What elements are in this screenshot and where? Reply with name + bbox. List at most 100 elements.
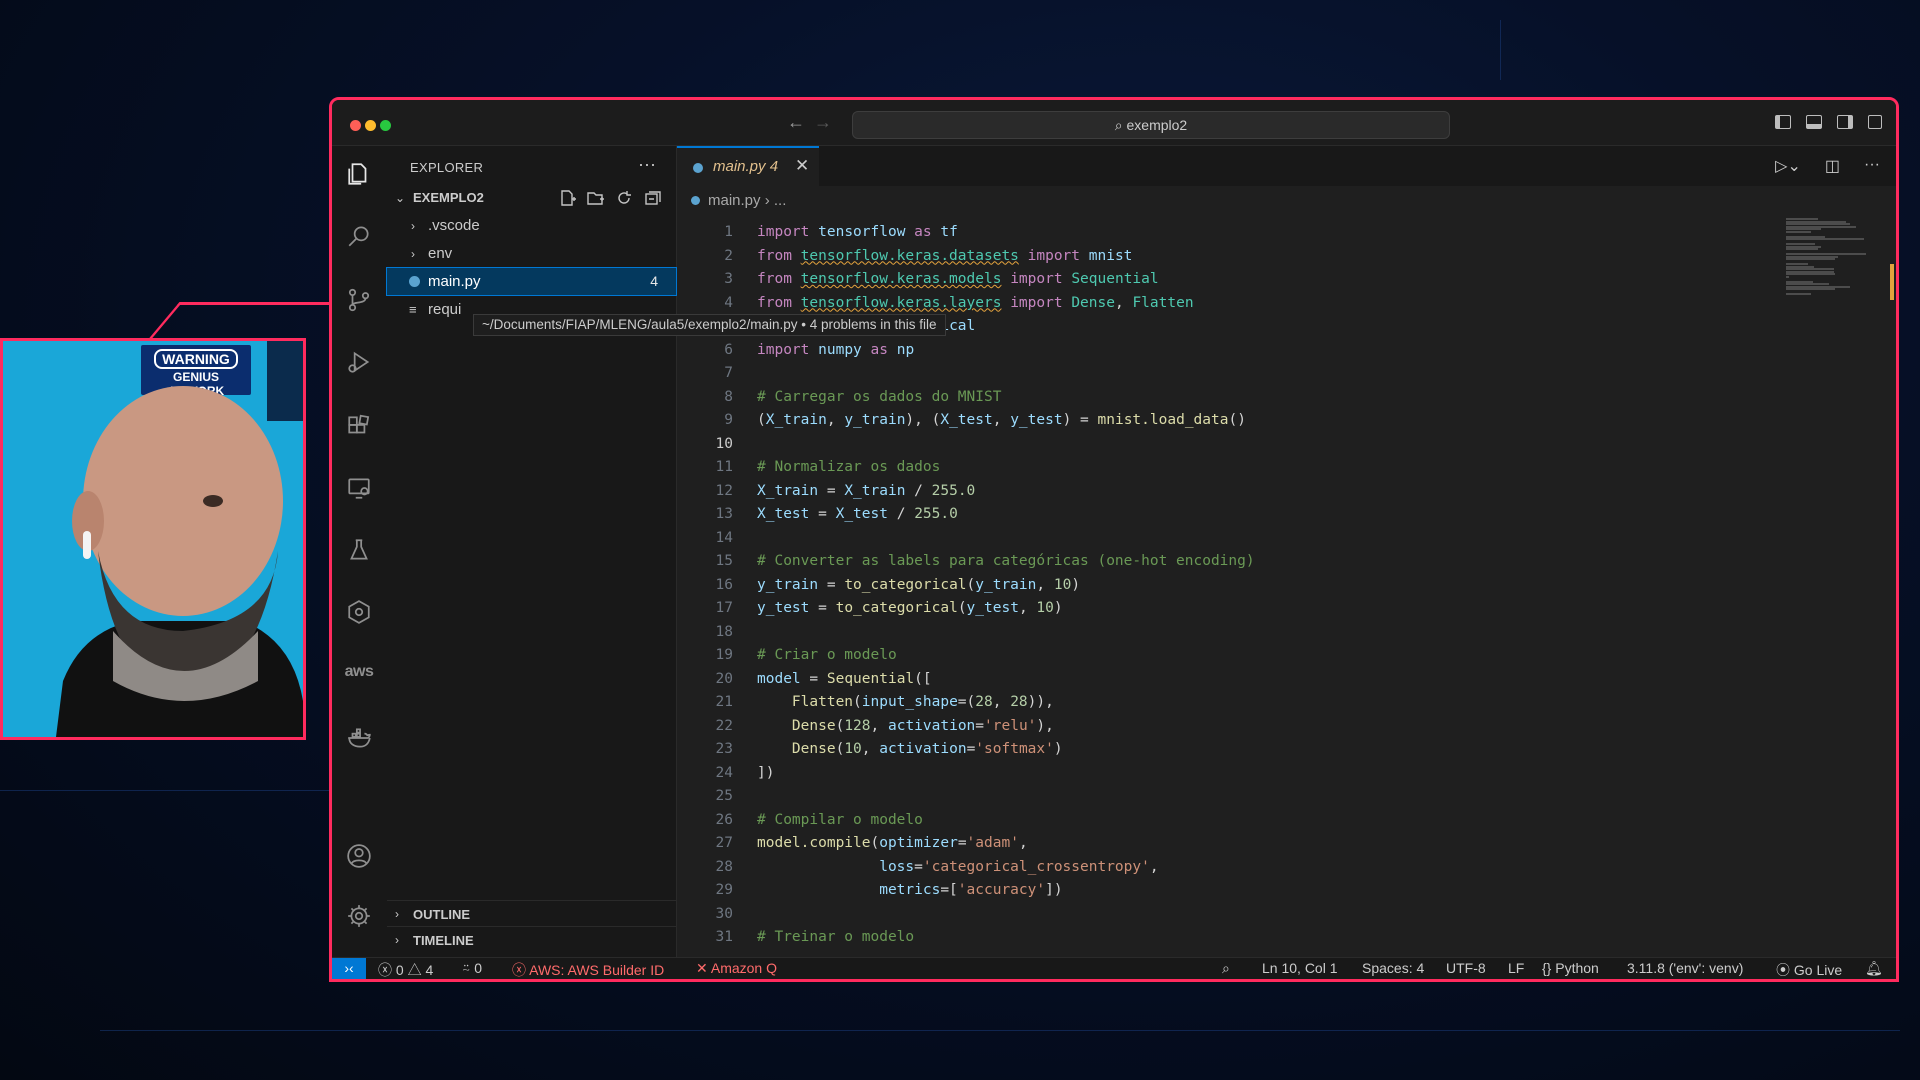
code-text: metrics=['accuracy']) (879, 882, 1063, 898)
code-line[interactable]: 28 loss='categorical_crossentropy', (677, 859, 1786, 883)
toggle-panel-icon[interactable] (1806, 115, 1822, 129)
code-line[interactable]: 21 Flatten(input_shape=(28, 28)), (677, 694, 1786, 718)
code-line[interactable]: 15 # Converter as labels para categóricas… (677, 553, 1786, 577)
minimap[interactable] (1786, 218, 1882, 298)
forward-arrow-icon[interactable]: → (814, 112, 832, 133)
sidebar-title: EXPLORER (410, 160, 484, 175)
aws-connection-status[interactable]: ⓧ AWS: AWS Builder ID (512, 960, 664, 979)
code-line[interactable]: 12 X_train = X_train / 255.0 (677, 483, 1786, 507)
language-mode[interactable]: {} Python (1542, 960, 1599, 976)
titlebar: ← → ⌕ exemplo2 (332, 100, 1896, 146)
timeline-section[interactable]: › TIMELINE (387, 926, 676, 952)
maximize-window-button[interactable] (380, 120, 391, 131)
code-line[interactable]: 26 # Compilar o modelo (677, 812, 1786, 836)
code-line[interactable]: 11 # Normalizar os dados (677, 459, 1786, 483)
code-line[interactable]: 9 (X_train, y_train), (X_test, y_test) = … (677, 412, 1786, 436)
extensions-icon[interactable] (345, 412, 373, 440)
split-editor-icon[interactable]: ◫ (1825, 156, 1840, 176)
python-interpreter[interactable]: 3.11.8 ('env': venv) (1627, 960, 1743, 976)
file-encoding[interactable]: UTF-8 (1446, 960, 1486, 976)
cursor-position[interactable]: Ln 10, Col 1 (1262, 960, 1338, 976)
zoom-icon[interactable]: ⌕ (1222, 960, 1230, 977)
code-line[interactable]: 10 (677, 436, 1786, 460)
end-of-line[interactable]: LF (1508, 960, 1524, 976)
new-folder-icon[interactable] (587, 190, 605, 206)
code-line[interactable]: 8 # Carregar os dados do MNIST (677, 389, 1786, 413)
line-number: 7 (724, 365, 733, 381)
search-icon[interactable] (345, 222, 373, 250)
account-icon[interactable] (345, 842, 373, 870)
tab-main-py[interactable]: main.py 4 ✕ (677, 146, 819, 186)
code-line[interactable]: 27 model.compile(optimizer='adam', (677, 835, 1786, 859)
code-line[interactable]: 22 Dense(128, activation='relu'), (677, 718, 1786, 742)
code-text: model = Sequential([ (757, 670, 932, 687)
chevron-right-icon: › (411, 247, 415, 261)
collapse-all-icon[interactable] (643, 190, 661, 206)
line-number: 25 (715, 788, 733, 804)
line-number: 16 (715, 576, 733, 593)
code-line[interactable]: 30 (677, 906, 1786, 930)
aws-icon[interactable]: aws (345, 658, 374, 686)
minimize-window-button[interactable] (365, 120, 376, 131)
docker-icon[interactable] (345, 724, 373, 752)
customize-layout-icon[interactable] (1868, 115, 1882, 129)
code-line[interactable]: 16 y_train = to_categorical(y_train, 10) (677, 577, 1786, 601)
go-live-button[interactable]: ⦿ Go Live (1776, 960, 1842, 979)
settings-gear-icon[interactable] (345, 902, 373, 930)
code-line[interactable]: 6 import numpy as np (677, 342, 1786, 366)
tree-item-main-py[interactable]: main.py 4 (386, 267, 677, 296)
minimap-line (1786, 275, 1789, 278)
code-line[interactable]: 18 (677, 624, 1786, 648)
code-line[interactable]: 2 from tensorflow.keras.datasets import m… (677, 248, 1786, 272)
breadcrumb-symbols[interactable]: ... (774, 192, 787, 209)
testing-icon[interactable] (345, 536, 373, 564)
run-debug-icon[interactable] (345, 348, 373, 376)
back-arrow-icon[interactable]: ← (787, 112, 805, 133)
notifications-bell-icon[interactable]: 🔔︎ (1865, 960, 1883, 977)
run-python-file-icon[interactable]: ▷⌄ (1775, 156, 1801, 176)
line-number: 2 (724, 247, 733, 264)
code-line[interactable]: 1 import tensorflow as tf (677, 224, 1786, 248)
code-line[interactable]: 13 X_test = X_test / 255.0 (677, 506, 1786, 530)
source-control-icon[interactable] (345, 286, 373, 314)
toggle-primary-sidebar-icon[interactable] (1775, 115, 1791, 129)
command-center-search[interactable]: ⌕ exemplo2 (852, 111, 1450, 139)
broadcast-icon: ⍨ (462, 960, 475, 976)
code-line[interactable]: 7 (677, 365, 1786, 389)
tree-item-env[interactable]: › env (387, 240, 676, 267)
code-line[interactable]: 14 (677, 530, 1786, 554)
ports-indicator[interactable]: ⍨ 0 (462, 960, 482, 977)
more-actions-icon[interactable]: ··· (638, 154, 656, 175)
kubernetes-icon[interactable] (345, 598, 373, 626)
breadcrumb-file[interactable]: main.py (708, 192, 761, 209)
project-header[interactable]: ⌄ EXEMPLO2 (387, 186, 676, 210)
code-line[interactable]: 29 metrics=['accuracy']) (677, 882, 1786, 906)
tab-bar: main.py 4 ✕ ▷⌄ ◫ ··· (677, 146, 1896, 186)
more-actions-icon[interactable]: ··· (1864, 156, 1880, 176)
code-line[interactable]: 3 from tensorflow.keras.models import Seq… (677, 271, 1786, 295)
remote-indicator-icon[interactable]: ›‹ (332, 958, 366, 979)
warning-icon: △ (407, 962, 426, 978)
close-window-button[interactable] (350, 120, 361, 131)
remote-explorer-icon[interactable] (345, 474, 373, 502)
code-line[interactable]: 20 model = Sequential([ (677, 671, 1786, 695)
code-line[interactable]: 23 Dense(10, activation='softmax') (677, 741, 1786, 765)
code-line[interactable]: 19 # Criar o modelo (677, 647, 1786, 671)
problems-indicator[interactable]: ⓧ 0 △ 4 (378, 960, 433, 979)
outline-section[interactable]: › OUTLINE (387, 900, 676, 926)
line-number: 22 (715, 717, 733, 734)
line-number: 12 (715, 482, 733, 499)
new-file-icon[interactable] (559, 190, 577, 206)
amazon-q-status[interactable]: ✕ Amazon Q (696, 960, 777, 977)
code-line[interactable]: 31 # Treinar o modelo (677, 929, 1786, 953)
explorer-icon[interactable] (345, 160, 373, 188)
indentation-setting[interactable]: Spaces: 4 (1362, 960, 1424, 976)
code-line[interactable]: 24]) (677, 765, 1786, 789)
tree-item-vscode[interactable]: › .vscode (387, 212, 676, 239)
code-line[interactable]: 17 y_test = to_categorical(y_test, 10) (677, 600, 1786, 624)
close-icon[interactable]: ✕ (795, 156, 809, 176)
code-line[interactable]: 25 (677, 788, 1786, 812)
toggle-secondary-sidebar-icon[interactable] (1837, 115, 1853, 129)
refresh-icon[interactable] (615, 190, 633, 206)
webcam-frame-tab (146, 302, 340, 342)
